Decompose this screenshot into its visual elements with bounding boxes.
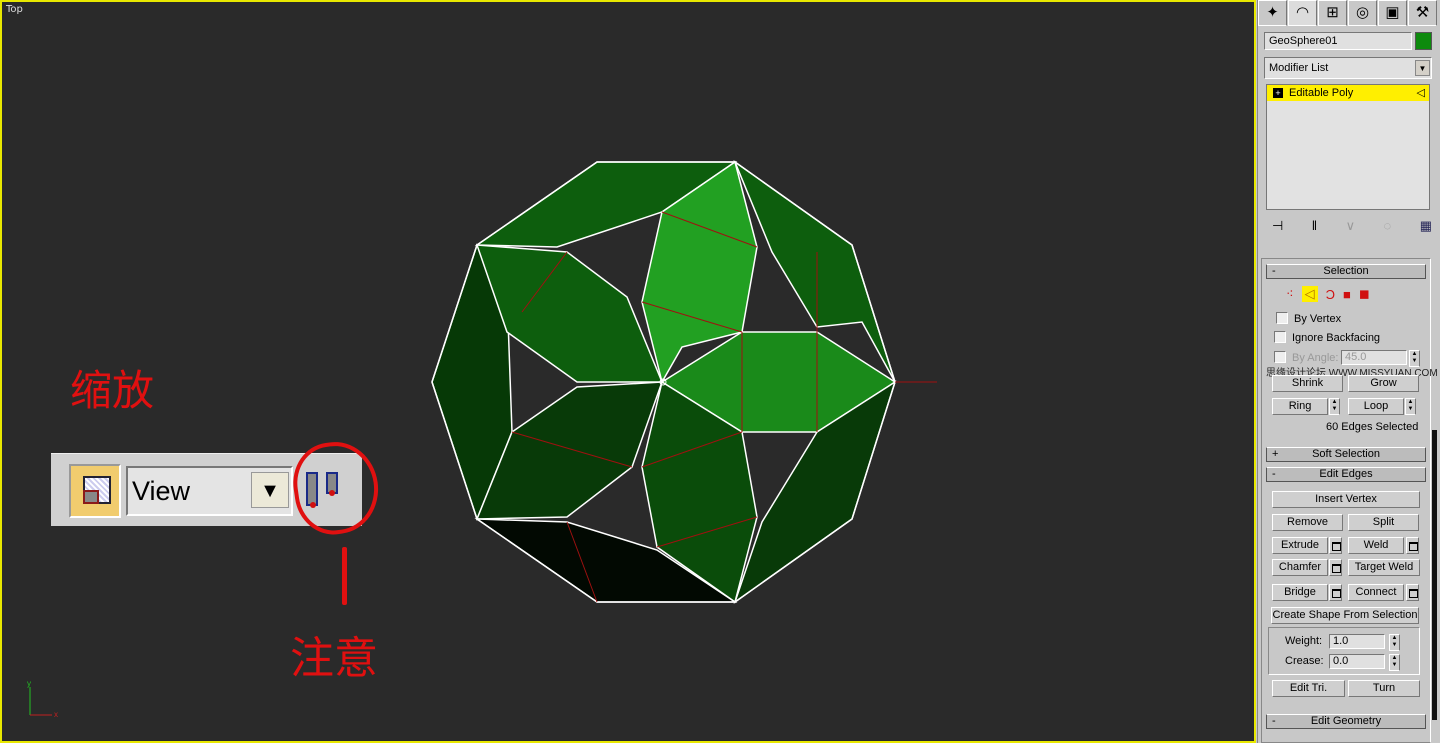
tab-modify[interactable]: ◠	[1288, 0, 1317, 26]
chamfer-button[interactable]: Chamfer	[1272, 559, 1328, 576]
tab-hierarchy[interactable]: ⊞	[1318, 0, 1347, 26]
border-mode-icon[interactable]: Ɔ	[1326, 287, 1335, 302]
element-mode-icon[interactable]: ◼	[1359, 286, 1370, 302]
object-name-field[interactable]: GeoSphere01	[1264, 32, 1412, 50]
remove-button[interactable]: Remove	[1272, 514, 1343, 531]
chevron-down-icon[interactable]: ▼	[251, 472, 289, 508]
edit-tri-button[interactable]: Edit Tri.	[1272, 680, 1345, 697]
svg-text:y: y	[27, 679, 31, 688]
object-color-swatch[interactable]	[1415, 32, 1432, 50]
target-weld-button[interactable]: Target Weld	[1348, 559, 1420, 576]
make-unique-icon[interactable]: ∨	[1346, 218, 1356, 234]
panel-scrollbar[interactable]	[1432, 430, 1437, 720]
loop-button[interactable]: Loop	[1348, 398, 1404, 415]
crease-field[interactable]: 0.0	[1329, 654, 1385, 669]
connect-button[interactable]: Connect	[1348, 584, 1404, 601]
axis-tripod-icon: y x	[27, 679, 58, 719]
edge-subobject-icon: ◁	[1416, 87, 1425, 99]
selection-status: 60 Edges Selected	[1326, 421, 1419, 433]
chevron-down-icon[interactable]: ▼	[1415, 60, 1430, 76]
rollout-edit-edges-header[interactable]: - Edit Edges	[1266, 467, 1426, 482]
annotation-zoom: 缩放	[70, 366, 155, 415]
expand-icon[interactable]: +	[1273, 88, 1283, 98]
bridge-button[interactable]: Bridge	[1272, 584, 1328, 601]
weld-settings-button[interactable]	[1406, 537, 1419, 554]
geosphere-object[interactable]	[2, 2, 1254, 741]
pin-stack-icon[interactable]: ⊣	[1272, 218, 1283, 234]
tab-utilities[interactable]: ⚒	[1408, 0, 1437, 26]
tab-motion[interactable]: ◎	[1348, 0, 1377, 26]
ring-spinner[interactable]: ▲ ▼	[1329, 398, 1340, 415]
crease-spinner[interactable]: ▲ ▼	[1389, 654, 1400, 671]
vertex-mode-icon[interactable]: ⁖	[1286, 286, 1294, 302]
extrude-button[interactable]: Extrude	[1272, 537, 1328, 554]
edge-mode-icon[interactable]: ◁	[1301, 286, 1318, 302]
command-panel: ✦ ◠ ⊞ ◎ ▣ ⚒ GeoSphere01 Modifier List ▼ +…	[1257, 0, 1440, 743]
show-end-result-icon[interactable]: ‖	[1312, 218, 1317, 234]
by-angle-checkbox[interactable]	[1274, 351, 1286, 363]
rollout-soft-selection-header[interactable]: + Soft Selection	[1266, 447, 1426, 462]
weight-field[interactable]: 1.0	[1329, 634, 1385, 649]
annotation-line	[342, 547, 347, 605]
connect-settings-button[interactable]	[1406, 584, 1419, 601]
configure-modifier-sets-icon[interactable]: ▦	[1420, 218, 1432, 234]
rollout-edit-geometry-header[interactable]: - Edit Geometry	[1266, 714, 1426, 729]
polygon-mode-icon[interactable]: ■	[1343, 287, 1351, 302]
by-angle-field[interactable]: 45.0	[1341, 350, 1407, 365]
tab-create[interactable]: ✦	[1258, 0, 1287, 26]
tab-display[interactable]: ▣	[1378, 0, 1407, 26]
reference-coordinate-dropdown[interactable]: View ▼	[126, 466, 293, 516]
remove-modifier-icon[interactable]: ◌	[1384, 218, 1392, 234]
by-vertex-checkbox[interactable]	[1276, 312, 1288, 324]
stack-item-editable-poly[interactable]: + Editable Poly ◁	[1267, 85, 1429, 101]
split-button[interactable]: Split	[1348, 514, 1419, 531]
annotation-note: 注意	[290, 633, 378, 684]
ring-button[interactable]: Ring	[1272, 398, 1328, 415]
weld-button[interactable]: Weld	[1348, 537, 1404, 554]
rollout-selection-header[interactable]: - Selection	[1266, 264, 1426, 279]
create-shape-button[interactable]: Create Shape From Selection	[1271, 607, 1419, 624]
modifier-stack[interactable]: + Editable Poly ◁	[1266, 84, 1430, 210]
modifier-list-dropdown[interactable]: Modifier List ▼	[1264, 57, 1432, 79]
insert-vertex-button[interactable]: Insert Vertex	[1272, 491, 1420, 508]
shrink-button[interactable]: Shrink	[1272, 375, 1343, 392]
turn-button[interactable]: Turn	[1348, 680, 1420, 697]
svg-text:x: x	[54, 710, 58, 719]
weight-spinner[interactable]: ▲ ▼	[1389, 634, 1400, 651]
loop-spinner[interactable]: ▲ ▼	[1405, 398, 1416, 415]
extrude-settings-button[interactable]	[1329, 537, 1342, 554]
ignore-backfacing-checkbox[interactable]	[1274, 331, 1286, 343]
top-viewport[interactable]: Top 缩放 View ▼ 注意 y x	[0, 0, 1256, 743]
zoom-region-button[interactable]	[69, 464, 121, 518]
chamfer-settings-button[interactable]	[1329, 559, 1342, 576]
grow-button[interactable]: Grow	[1348, 375, 1419, 392]
bridge-settings-button[interactable]	[1329, 584, 1342, 601]
